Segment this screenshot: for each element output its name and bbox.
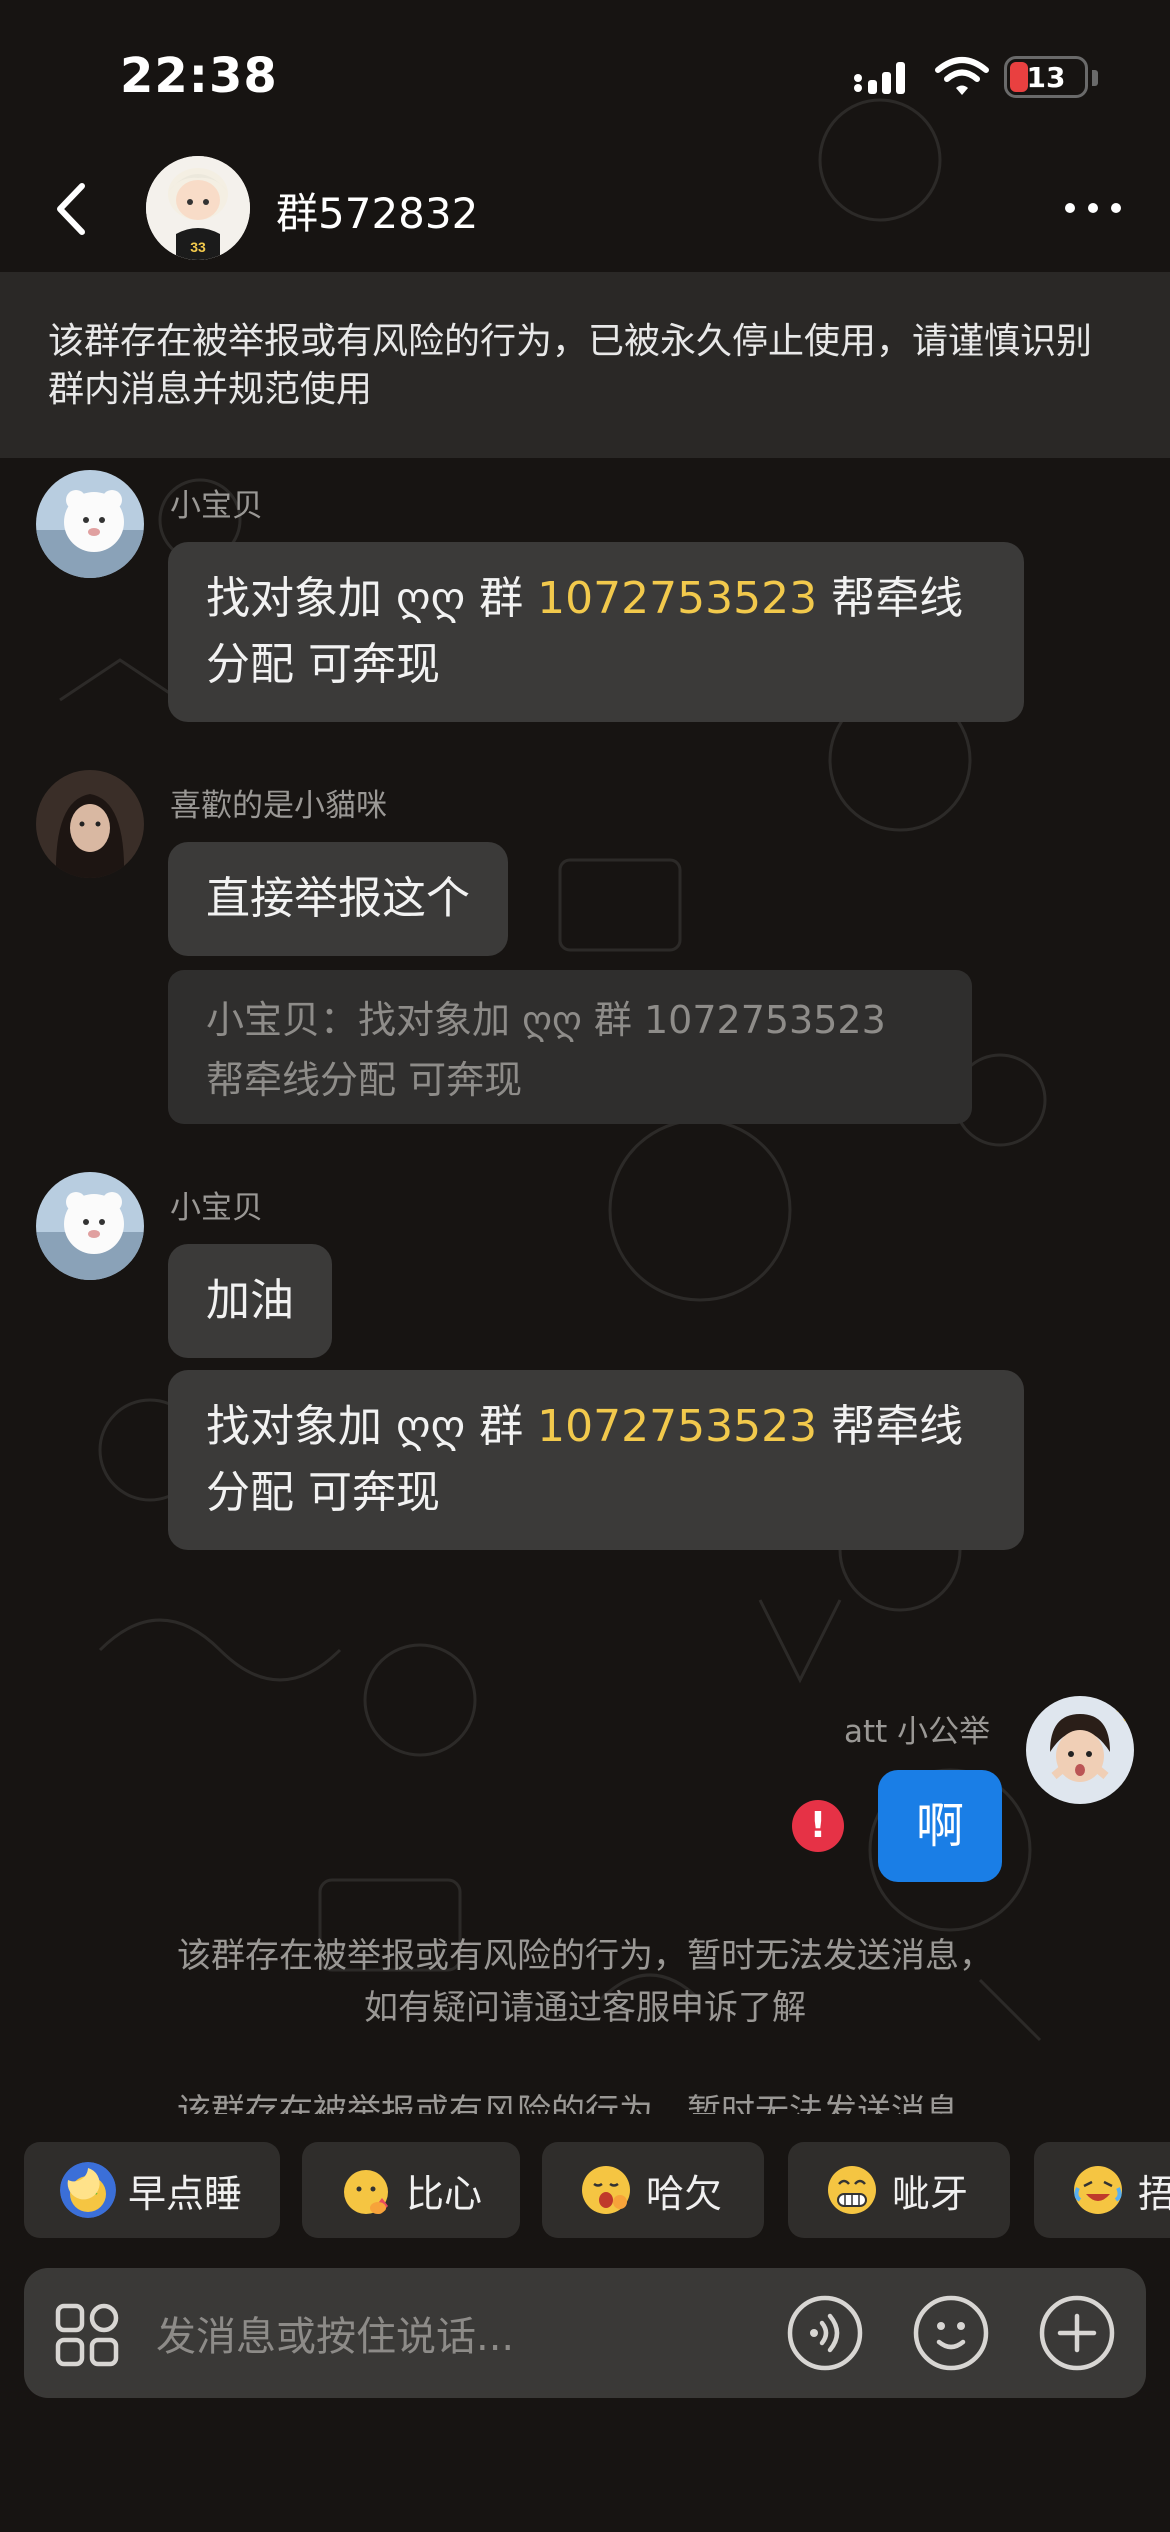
quoted-text: 小宝贝：找对象加 ღღ 群 1072753523 帮牵线分配 可奔现 — [206, 998, 886, 1102]
laugh-cry-emoji-icon — [1074, 2166, 1122, 2214]
quick-reaction-label: 捂 — [1138, 2171, 1170, 2216]
quick-reaction-bar: 早点睡 比心 哈欠 呲牙 捂 — [0, 2142, 1170, 2238]
yawn-emoji-icon — [582, 2166, 630, 2214]
message-bubble[interactable]: 直接举报这个 — [168, 842, 508, 956]
quick-reaction-label: 哈欠 — [646, 2171, 723, 2216]
quoted-message[interactable]: 小宝贝：找对象加 ღღ 群 1072753523 帮牵线分配 可奔现 — [168, 970, 972, 1124]
quick-reaction-partial[interactable]: 捂 — [1034, 2142, 1170, 2238]
avatar-xiaobaobei[interactable] — [36, 470, 144, 578]
girl-avatar-icon — [36, 770, 144, 878]
avatar-xiaobaobei[interactable] — [36, 1172, 144, 1280]
message-text: 找对象加 ღღ 群 — [206, 1401, 538, 1452]
moon-sleep-emoji-icon — [60, 2162, 116, 2218]
heart-hands-emoji-icon — [344, 2170, 388, 2214]
avatar-xihuan[interactable] — [36, 770, 144, 878]
grin-emoji-icon — [828, 2166, 876, 2214]
quick-reaction-label: 早点睡 — [128, 2171, 243, 2216]
sender-name: 小宝贝 — [170, 1190, 263, 1226]
message-text: 加油 — [206, 1275, 294, 1326]
battery-indicator: 13 — [1004, 56, 1088, 98]
svg-text:33: 33 — [190, 239, 206, 255]
cartoon-boy-avatar-icon: 33 — [146, 156, 250, 260]
group-warning-banner: 该群存在被举报或有风险的行为，已被永久停止使用，请谨慎识别群内消息并规范使用 — [0, 272, 1170, 458]
sender-name: 小宝贝 — [170, 488, 263, 524]
system-notice-line: 如有疑问请通过客服申诉了解 — [364, 1988, 806, 2028]
quick-reaction-label: 呲牙 — [892, 2171, 969, 2216]
apps-grid-icon[interactable] — [54, 2302, 120, 2368]
message-text: 啊 — [915, 1798, 964, 1854]
qq-group-number-link[interactable]: 1072753523 — [537, 1401, 817, 1452]
message-text: 直接举报这个 — [206, 873, 470, 924]
wifi-icon — [935, 57, 989, 95]
quick-reaction-ciya[interactable]: 呲牙 — [788, 2142, 1010, 2238]
status-time: 22:38 — [120, 48, 278, 104]
message-bubble[interactable]: 找对象加 ღღ 群 1072753523 帮牵线分配 可奔现 — [168, 542, 1024, 722]
add-plus-icon[interactable] — [1038, 2294, 1116, 2372]
system-notice-line: 该群存在被举报或有风险的行为，暂时无法发送消息， — [177, 2092, 993, 2114]
system-notice-line: 该群存在被举报或有风险的行为，暂时无法发送消息， — [177, 1936, 993, 1976]
voice-message-icon[interactable] — [786, 2294, 864, 2372]
message-input-bar: 发消息或按住说话... — [24, 2268, 1146, 2398]
cellular-signal-icon — [854, 62, 905, 94]
quick-reaction-bixin[interactable]: 比心 — [302, 2142, 520, 2238]
self-message-bubble[interactable]: 啊 — [878, 1770, 1002, 1882]
self-sender-name: att 小公举 — [844, 1714, 991, 1750]
more-options-icon[interactable] — [1058, 188, 1128, 228]
system-notice-clipped: 该群存在被举报或有风险的行为，暂时无法发送消息， — [0, 2080, 1170, 2114]
battery-cap — [1092, 70, 1098, 86]
avatar-self[interactable] — [1026, 1696, 1134, 1804]
sender-name: 喜歡的是小貓咪 — [170, 788, 387, 824]
group-avatar[interactable]: 33 — [146, 156, 250, 260]
status-bar: 22:38 13 — [0, 0, 1170, 150]
message-bubble[interactable]: 加油 — [168, 1244, 332, 1358]
back-arrow-icon[interactable] — [44, 174, 104, 244]
message-input[interactable]: 发消息或按住说话... — [156, 2304, 514, 2362]
boy-avatar-icon — [1026, 1696, 1134, 1804]
group-title[interactable]: 群572832 — [276, 180, 478, 241]
quick-reaction-zaodianshui[interactable]: 早点睡 — [24, 2142, 280, 2238]
message-text: 找对象加 ღღ 群 — [206, 573, 538, 624]
chat-header: 33 群572832 — [0, 150, 1170, 272]
battery-percentage: 13 — [1026, 61, 1066, 94]
qq-group-number-link[interactable]: 1072753523 — [537, 573, 817, 624]
message-bubble[interactable]: 找对象加 ღღ 群 1072753523 帮牵线分配 可奔现 — [168, 1370, 1024, 1550]
white-bear-avatar-icon — [36, 1172, 144, 1280]
quick-reaction-label: 比心 — [406, 2171, 483, 2216]
white-bear-avatar-icon — [36, 470, 144, 578]
emoji-picker-icon[interactable] — [912, 2294, 990, 2372]
send-failed-icon[interactable]: ! — [792, 1800, 844, 1852]
quick-reaction-haqian[interactable]: 哈欠 — [542, 2142, 764, 2238]
